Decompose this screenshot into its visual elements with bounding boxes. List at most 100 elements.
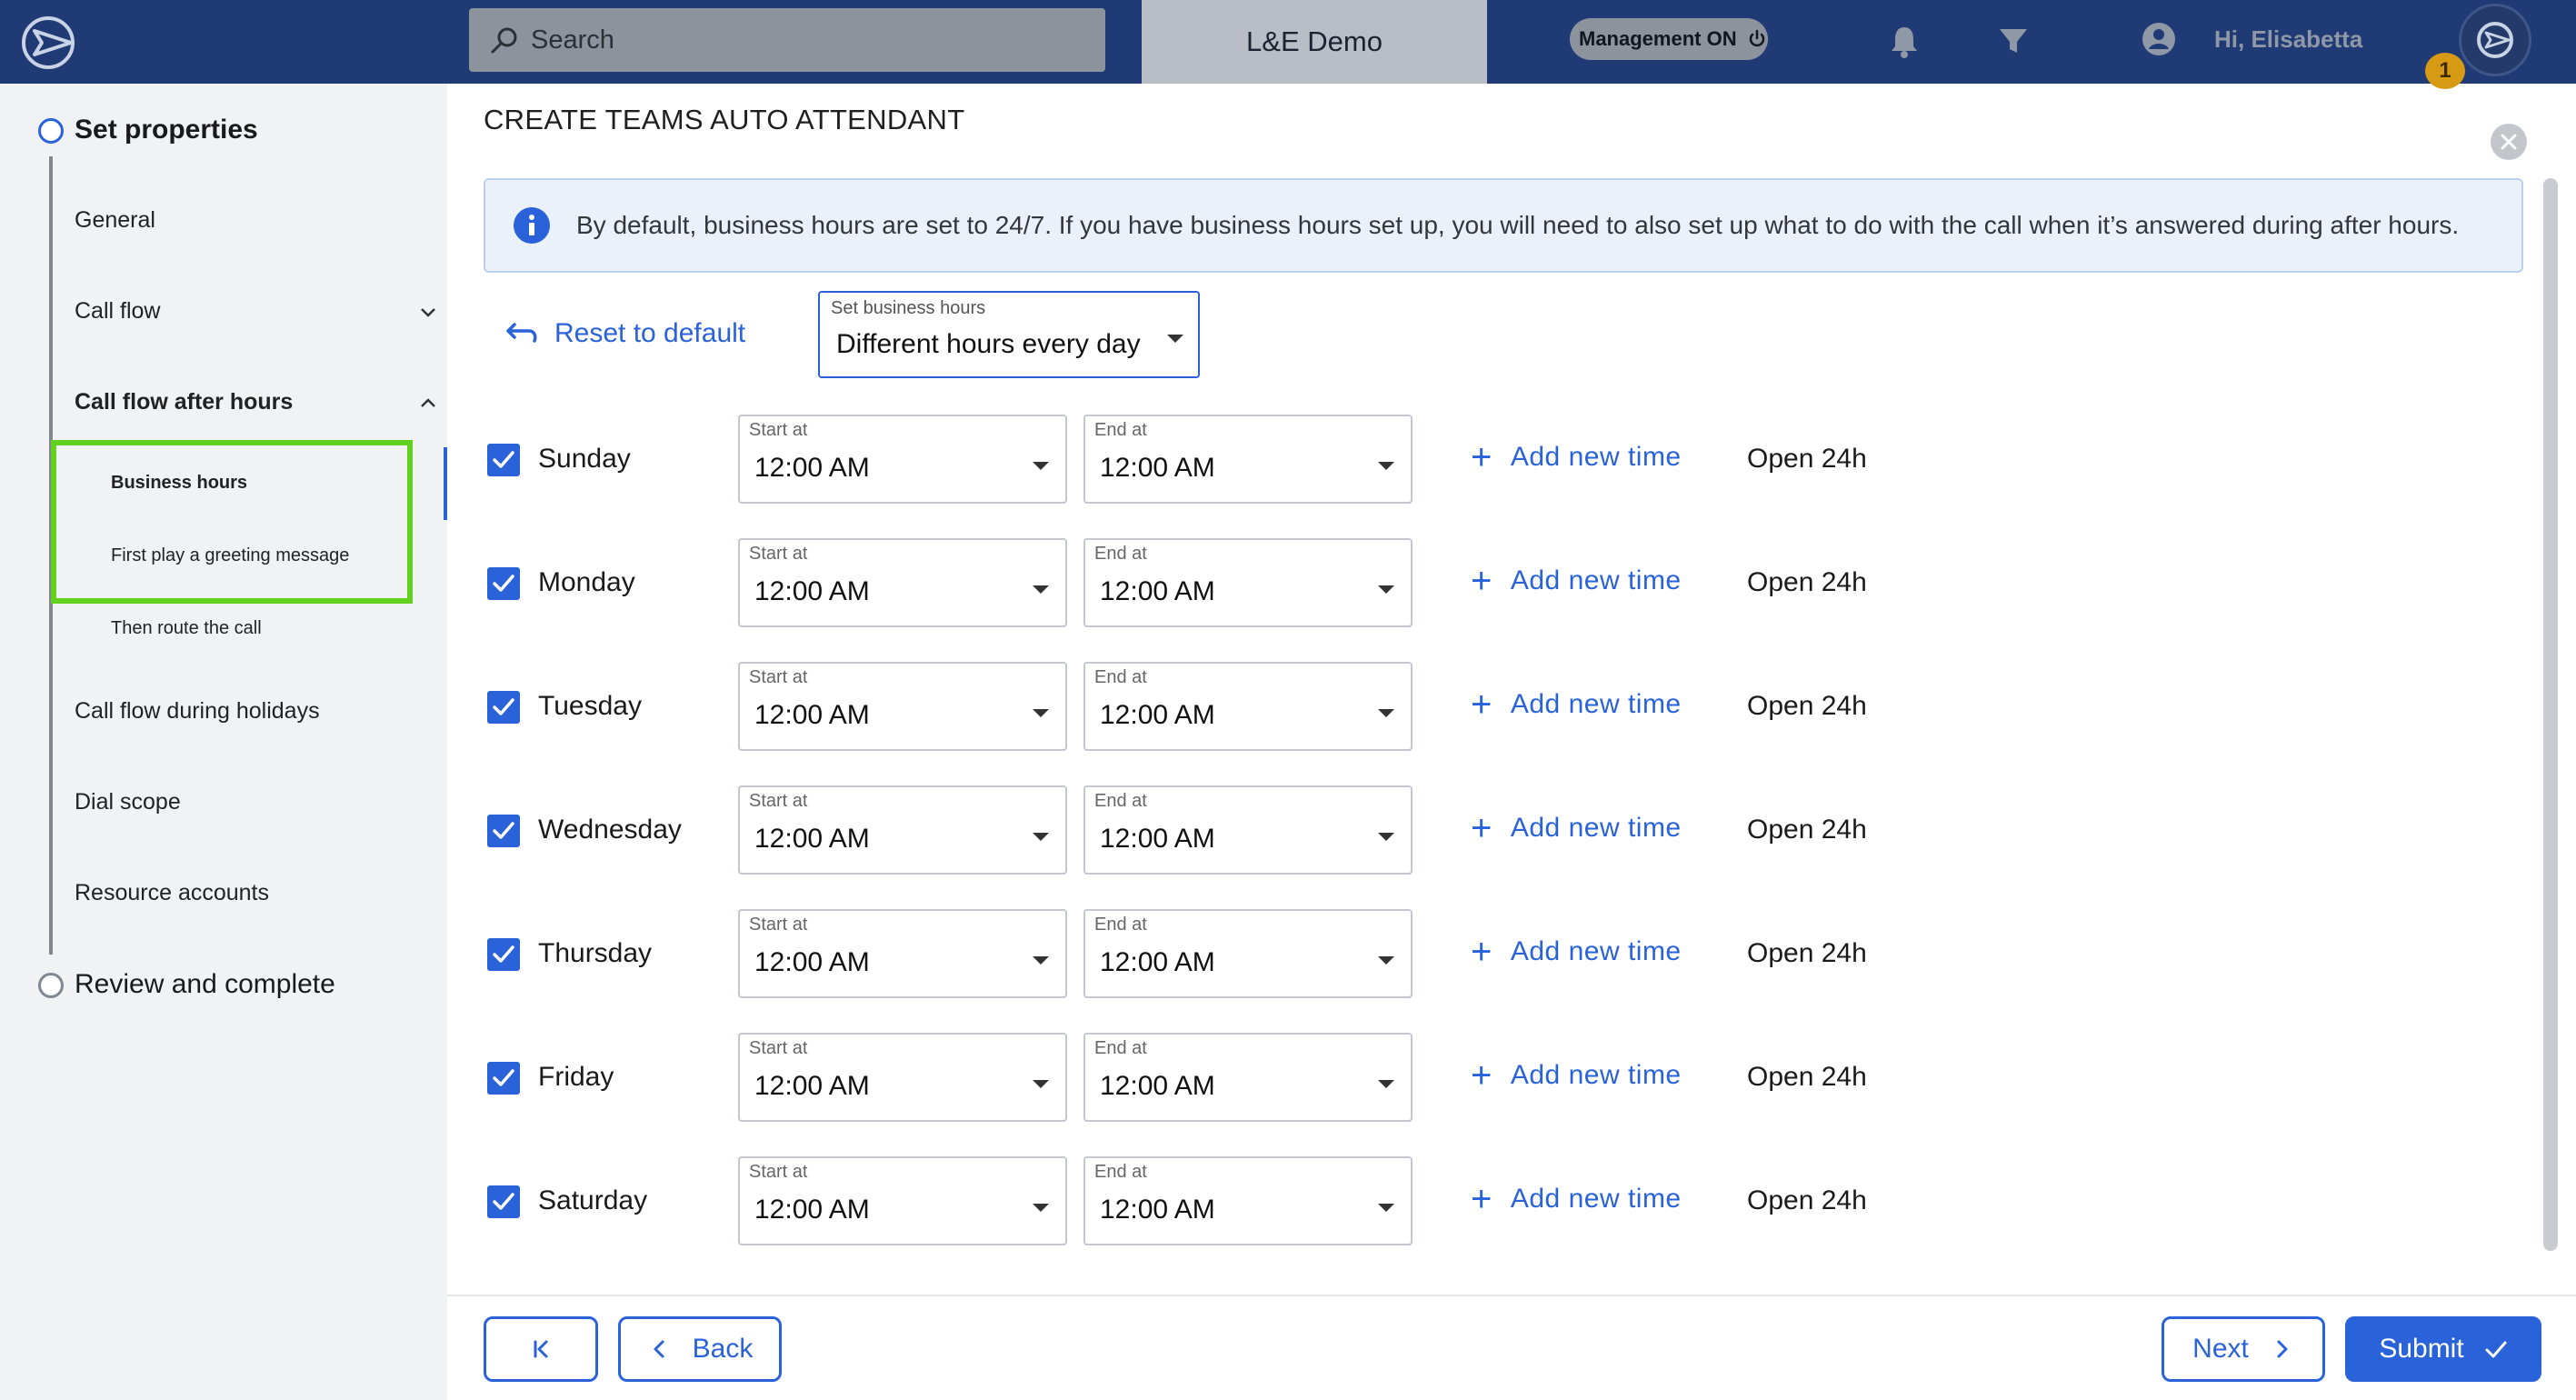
checkmark-icon [493, 1069, 514, 1086]
day-checkbox[interactable] [487, 815, 520, 847]
checkmark-icon [493, 451, 514, 468]
end-time-select[interactable]: End at 12:00 AM [1083, 909, 1413, 998]
management-toggle[interactable]: Management ON [1570, 18, 1768, 60]
start-time-value: 12:00 AM [754, 1071, 870, 1101]
reset-label: Reset to default [554, 318, 746, 348]
filter-icon[interactable] [1994, 22, 2032, 60]
plus-icon: + [1471, 685, 1493, 725]
day-status: Open 24h [1747, 938, 1867, 968]
dropdown-caret-icon [1033, 956, 1049, 965]
info-banner: By default, business hours are set to 24… [484, 178, 2523, 273]
search-icon [491, 27, 517, 54]
day-checkbox[interactable] [487, 1185, 520, 1218]
add-new-time-label: Add new time [1510, 565, 1682, 595]
add-new-time-label: Add new time [1510, 936, 1682, 966]
step-set-properties[interactable]: Set properties [75, 115, 258, 145]
footer-divider [447, 1295, 2576, 1296]
plus-icon: + [1471, 1055, 1493, 1095]
search-input[interactable]: Search [469, 8, 1105, 72]
app-logo-icon[interactable] [18, 11, 82, 75]
sidebar-item-holidays[interactable]: Call flow during holidays [75, 698, 320, 725]
day-label: Thursday [538, 938, 653, 968]
business-hours-select[interactable]: Set business hours Different hours every… [818, 291, 1200, 378]
add-new-time-label: Add new time [1510, 813, 1682, 843]
start-time-select[interactable]: Start at 12:00 AM [738, 538, 1067, 627]
end-time-select[interactable]: End at 12:00 AM [1083, 415, 1413, 504]
end-time-label: End at [1094, 420, 1147, 440]
start-time-select[interactable]: Start at 12:00 AM [738, 1033, 1067, 1122]
next-label: Next [2192, 1334, 2249, 1364]
sidebar-subitem-greeting[interactable]: First play a greeting message [111, 545, 349, 566]
back-button[interactable]: Back [618, 1316, 782, 1382]
search-placeholder: Search [531, 25, 614, 55]
user-icon[interactable] [2140, 20, 2178, 58]
add-new-time-button[interactable]: + Add new time [1471, 1179, 1682, 1219]
end-time-select[interactable]: End at 12:00 AM [1083, 538, 1413, 627]
add-new-time-button[interactable]: + Add new time [1471, 563, 1682, 599]
start-time-select[interactable]: Start at 12:00 AM [738, 415, 1067, 504]
start-time-select[interactable]: Start at 12:00 AM [738, 785, 1067, 875]
day-label: Saturday [538, 1185, 648, 1215]
day-status: Open 24h [1747, 567, 1867, 597]
dropdown-caret-icon [1378, 1080, 1394, 1088]
checkmark-icon [2485, 1341, 2507, 1358]
sidebar-item-resource-accounts[interactable]: Resource accounts [75, 880, 269, 906]
tenant-tab[interactable]: L&E Demo [1142, 0, 1487, 84]
add-new-time-button[interactable]: + Add new time [1471, 934, 1682, 970]
end-time-label: End at [1094, 667, 1147, 687]
dropdown-caret-icon [1167, 335, 1183, 343]
end-time-value: 12:00 AM [1100, 576, 1215, 606]
end-time-select[interactable]: End at 12:00 AM [1083, 1033, 1413, 1122]
step-review-complete[interactable]: Review and complete [75, 969, 335, 1000]
step-indicator-active [38, 118, 64, 144]
add-new-time-button[interactable]: + Add new time [1471, 685, 1682, 725]
end-time-select[interactable]: End at 12:00 AM [1083, 1156, 1413, 1245]
sidebar-subitem-business-hours[interactable]: Business hours [111, 473, 247, 494]
first-step-button[interactable] [484, 1316, 598, 1382]
add-new-time-label: Add new time [1510, 442, 1682, 472]
end-time-select[interactable]: End at 12:00 AM [1083, 785, 1413, 875]
add-new-time-button[interactable]: + Add new time [1471, 1055, 1682, 1095]
day-row-friday: Friday Start at 12:00 AM End at 12:00 AM + Add… [484, 1033, 1938, 1122]
start-time-value: 12:00 AM [754, 576, 870, 606]
start-time-select[interactable]: Start at 12:00 AM [738, 1156, 1067, 1245]
sidebar-item-call-flow-after-hours[interactable]: Call flow after hours [75, 389, 293, 415]
submit-button[interactable]: Submit [2345, 1316, 2541, 1382]
day-status: Open 24h [1747, 815, 1867, 845]
add-new-time-button[interactable]: + Add new time [1471, 810, 1682, 846]
end-time-value: 12:00 AM [1100, 453, 1215, 483]
reset-to-default-button[interactable]: Reset to default [502, 318, 745, 349]
chevron-down-icon[interactable] [418, 302, 438, 322]
day-label: Sunday [538, 444, 631, 474]
checkmark-icon [493, 945, 514, 963]
start-time-select[interactable]: Start at 12:00 AM [738, 662, 1067, 751]
day-checkbox[interactable] [487, 444, 520, 476]
sidebar-subitem-route-call[interactable]: Then route the call [111, 618, 262, 639]
day-checkbox[interactable] [487, 1062, 520, 1095]
chevron-up-icon[interactable] [418, 393, 438, 413]
sidebar-item-dial-scope[interactable]: Dial scope [75, 789, 181, 815]
avatar[interactable] [2459, 4, 2531, 76]
end-time-value: 12:00 AM [1100, 1071, 1215, 1101]
highlight-outline [51, 440, 413, 604]
day-checkbox[interactable] [487, 691, 520, 724]
end-time-label: End at [1094, 915, 1147, 935]
end-time-select[interactable]: End at 12:00 AM [1083, 662, 1413, 751]
avatar-logo-icon [2477, 22, 2513, 58]
add-new-time-button[interactable]: + Add new time [1471, 439, 1682, 475]
sidebar-item-call-flow[interactable]: Call flow [75, 298, 160, 325]
scrollbar[interactable] [2543, 178, 2558, 1251]
sidebar-item-general[interactable]: General [75, 207, 155, 234]
start-time-select[interactable]: Start at 12:00 AM [738, 909, 1067, 998]
day-status: Open 24h [1747, 1062, 1867, 1092]
close-button[interactable] [2491, 124, 2527, 160]
add-new-time-label: Add new time [1510, 1060, 1682, 1090]
day-label: Monday [538, 567, 635, 597]
plus-icon: + [1471, 1179, 1493, 1219]
next-button[interactable]: Next [2162, 1316, 2325, 1382]
bell-icon[interactable] [1885, 22, 1923, 60]
day-checkbox[interactable] [487, 567, 520, 600]
end-time-label: End at [1094, 1162, 1147, 1182]
day-checkbox[interactable] [487, 938, 520, 971]
start-time-label: Start at [749, 1162, 808, 1182]
